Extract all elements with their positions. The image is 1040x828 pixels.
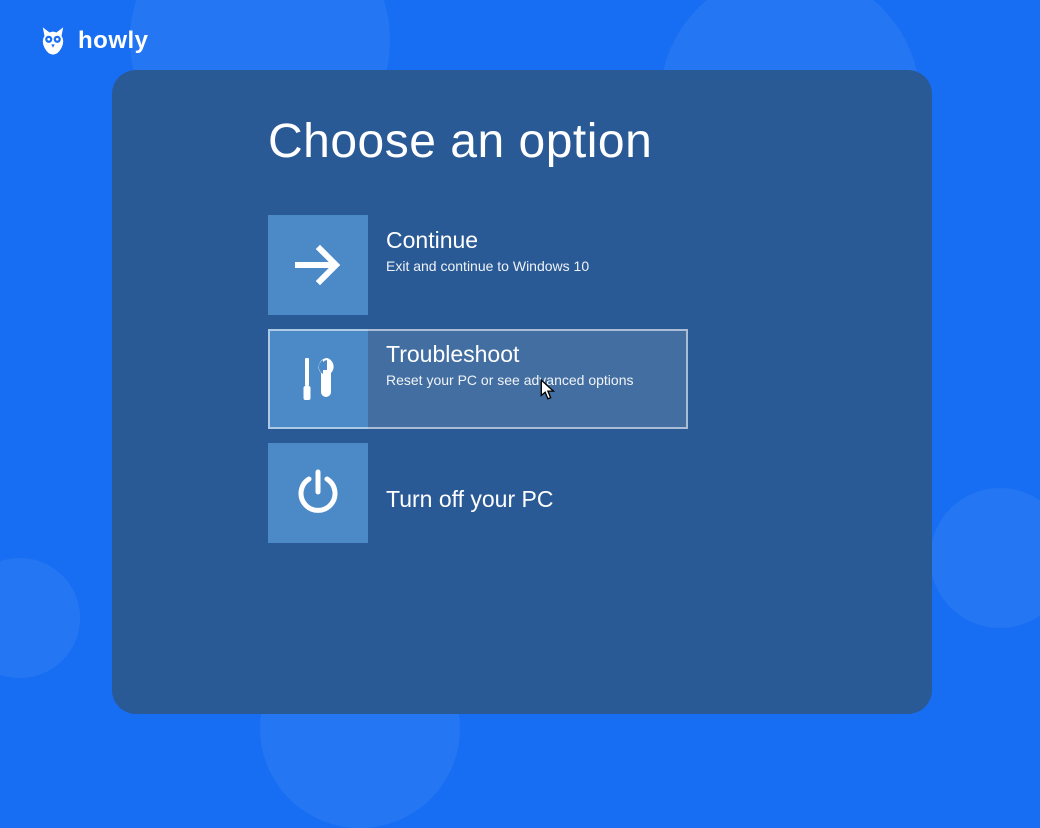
option-continue[interactable]: Continue Exit and continue to Windows 10 xyxy=(268,215,688,315)
option-title: Turn off your PC xyxy=(386,486,553,513)
brand-text: howly xyxy=(78,27,149,55)
bg-decoration xyxy=(930,488,1040,628)
option-description: Exit and continue to Windows 10 xyxy=(386,258,688,274)
option-title: Continue xyxy=(386,227,688,254)
recovery-panel: Choose an option Continue Exit and conti… xyxy=(112,70,932,714)
page-title: Choose an option xyxy=(268,114,932,169)
owl-icon xyxy=(36,24,70,58)
power-icon xyxy=(268,443,368,543)
option-title: Troubleshoot xyxy=(386,341,688,368)
howly-logo: howly xyxy=(36,24,149,58)
bg-decoration xyxy=(0,558,80,678)
arrow-right-icon xyxy=(268,215,368,315)
options-list: Continue Exit and continue to Windows 10 xyxy=(268,215,932,543)
option-description: Reset your PC or see advanced options xyxy=(386,372,688,388)
tools-icon xyxy=(268,329,368,429)
option-turn-off[interactable]: Turn off your PC xyxy=(268,443,688,543)
option-troubleshoot[interactable]: Troubleshoot Reset your PC or see advanc… xyxy=(268,329,688,429)
